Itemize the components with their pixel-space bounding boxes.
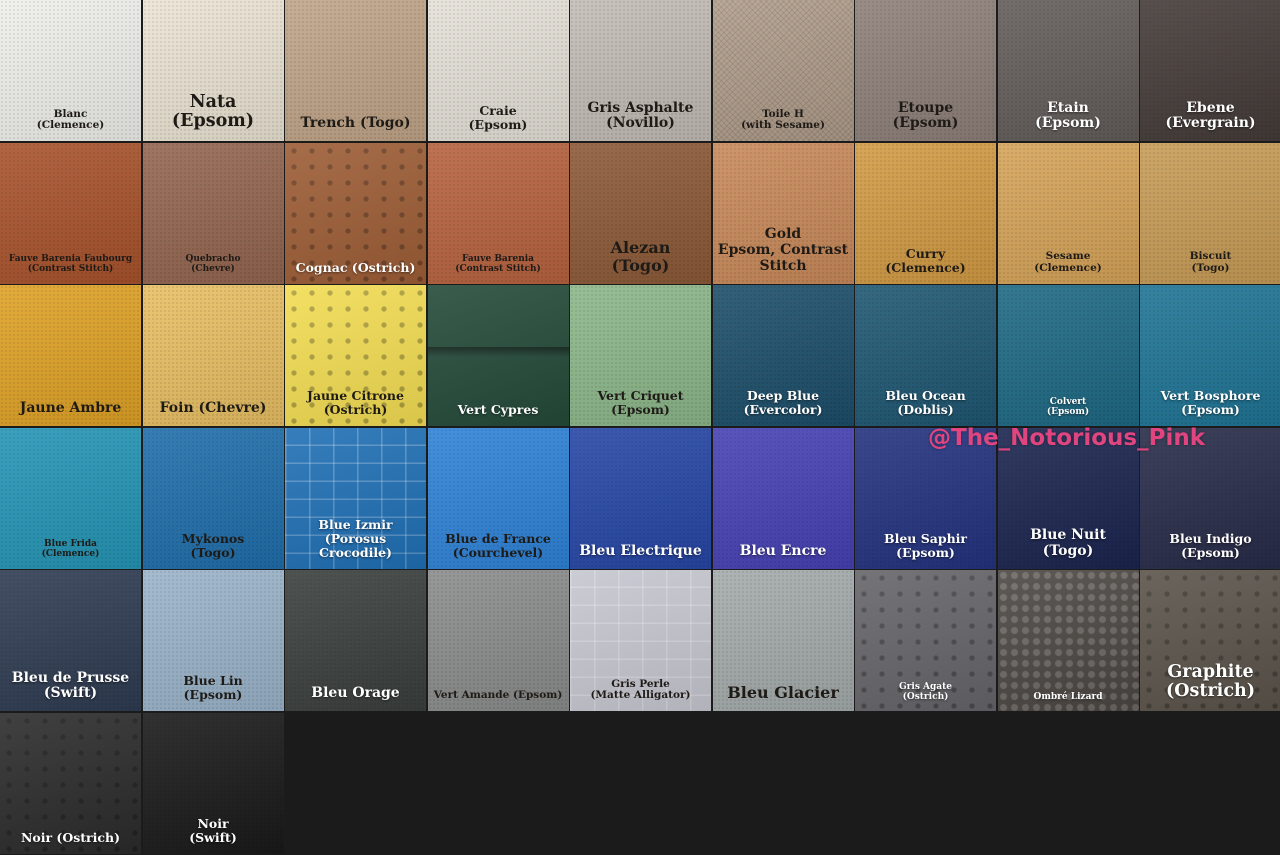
swatch-label: Cognac (Ostrich) [295,259,416,275]
swatch-label: Vert Amande (Epsom) [433,689,563,702]
color-swatch: Cognac (Ostrich) [285,142,426,284]
swatch-label: Ebene (Evergrain) [1165,99,1256,132]
swatch-label: Jaune Citrone (Ostrich) [307,388,404,417]
swatch-label: Bleu Encre [739,542,827,559]
color-swatch: Graphite (Ostrich) [1140,570,1280,711]
color-swatch: Bleu Electrique [570,427,711,569]
swatch-label: Graphite (Ostrich) [1166,661,1255,702]
swatch-label: Trench (Togo) [300,115,411,132]
color-swatch: Blue Lin (Epsom) [142,570,284,711]
color-swatch: Mykonos (Togo) [142,427,284,569]
swatch-label: Alezan (Togo) [610,237,671,275]
color-swatch: Ebene (Evergrain) [1140,0,1280,141]
swatch-label: Bleu Ocean (Doblis) [885,388,966,417]
color-swatch: Gris Asphalte (Novillo) [570,0,711,141]
color-swatch: Vert Criquet (Epsom) [570,285,711,426]
swatch-label: Vert Criquet (Epsom) [597,388,684,417]
swatch-label: Gris Agate (Ostrich) [898,681,953,702]
swatch-label: Blue Frida (Clemence) [41,539,100,560]
color-swatch: Colvert (Epsom) [997,285,1139,426]
swatch-label: Foin (Chevre) [159,400,267,417]
swatch-label: Gold Epsom, Contrast Stitch [717,226,849,274]
color-swatch: Noir (Ostrich) [0,712,141,854]
swatch-label: Gris Perle (Matte Alligator) [590,677,691,702]
swatch-label: Noir (Swift) [189,815,237,845]
swatch-label: Fauve Barenia (Contrast Stitch) [455,254,541,275]
swatch-label: Blue de France (Courchevel) [445,530,551,560]
color-swatch: Jaune Citrone (Ostrich) [285,285,426,426]
swatch-label: Bleu Saphir (Epsom) [884,530,967,560]
swatch-label: Gris Asphalte (Novillo) [587,99,694,132]
swatch-label: Vert Cypres [457,402,539,417]
color-swatch: Ombré Lizard [997,570,1139,711]
color-swatch: Gris Perle (Matte Alligator) [570,570,711,711]
swatch-label: Quebracho (Chevre) [185,254,241,275]
swatch-label: Blue Nuit (Togo) [1030,527,1106,559]
swatch-label: Biscuit (Togo) [1189,250,1232,274]
swatch-label: Bleu Glacier [727,683,839,703]
swatch-label: Fauve Barenia Faubourg (Contrast Stitch) [8,254,133,275]
color-swatch: Bleu Glacier [712,570,854,711]
swatch-label: Blanc (Clemence) [36,107,105,132]
color-swatch: Bleu Encre [712,427,854,569]
swatch-label: Bleu Electrique [579,542,702,559]
swatch-label: Toile H (with Sesame) [741,107,825,132]
color-swatch: Blue Frida (Clemence) [0,427,141,569]
color-swatch: Trench (Togo) [285,0,426,141]
swatch-label: Nata (Epsom) [171,91,255,132]
color-swatch: Vert Bosphore (Epsom) [1140,285,1280,426]
color-swatch: Biscuit (Togo) [1140,142,1280,284]
color-swatch: Gris Agate (Ostrich) [855,570,996,711]
color-swatch: Blanc (Clemence) [0,0,141,141]
color-swatch: Bleu de Prusse (Swift) [0,570,141,711]
swatch-label: Bleu Indigo (Epsom) [1169,530,1252,560]
swatch-label: Blue Lin (Epsom) [183,673,243,702]
color-swatch: Foin (Chevre) [142,285,284,426]
swatch-label: Noir (Ostrich) [20,829,120,845]
color-swatch: Vert Amande (Epsom) [427,570,569,711]
color-swatch: Curry (Clemence) [855,142,996,284]
swatch-label: Blue Izmir (Porosus Crocodile) [318,516,393,560]
swatch-label: Sesame (Clemence) [1034,250,1102,274]
color-swatch: Vert Cypres [427,285,569,426]
color-swatch: Etain (Epsom) [997,0,1139,141]
color-swatch: Sesame (Clemence) [997,142,1139,284]
color-swatch: Gold Epsom, Contrast Stitch [712,142,854,284]
color-swatch: Blue Izmir (Porosus Crocodile) [285,427,426,569]
swatch-label: Curry (Clemence) [885,245,966,275]
color-swatch: Fauve Barenia (Contrast Stitch) [427,142,569,284]
swatch-label: Jaune Ambre [19,400,122,417]
color-swatch: Craie (Epsom) [427,0,569,141]
color-swatch: Alezan (Togo) [570,142,711,284]
color-swatch: Toile H (with Sesame) [712,0,854,141]
color-swatch: Nata (Epsom) [142,0,284,141]
color-swatch: Bleu Ocean (Doblis) [855,285,996,426]
swatch-label: Etoupe (Epsom) [892,99,959,132]
color-swatch: Etoupe (Epsom) [855,0,996,141]
color-swatch: Deep Blue (Evercolor) [712,285,854,426]
swatch-label: Craie (Epsom) [468,103,528,132]
leather-color-chart: Blanc (Clemence) Nata (Epsom) Trench (Togo… [0,0,1280,855]
color-swatch: Fauve Barenia Faubourg (Contrast Stitch) [0,142,141,284]
color-swatch: Bleu Orage [285,570,426,711]
swatch-label: Colvert (Epsom) [1046,396,1090,417]
swatch-label: Bleu Orage [311,685,400,702]
color-swatch: Quebracho (Chevre) [142,142,284,284]
swatch-label: Mykonos (Togo) [181,530,245,560]
swatch-label: Vert Bosphore (Epsom) [1160,388,1261,417]
color-swatch: Blue de France (Courchevel) [427,427,569,569]
color-swatch: Jaune Ambre [0,285,141,426]
swatch-label: Deep Blue (Evercolor) [743,388,823,417]
swatch-label: Etain (Epsom) [1035,99,1101,132]
color-swatch: Noir (Swift) [142,712,284,854]
watermark: @The_Notorious_Pink [928,425,1206,451]
swatch-label: Ombré Lizard [1033,691,1103,702]
swatch-label: Bleu de Prusse (Swift) [11,669,130,702]
